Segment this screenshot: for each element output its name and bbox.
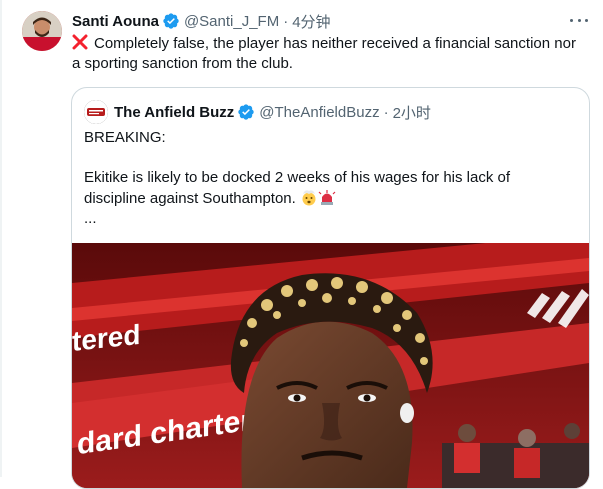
tweet-header: Santi Aouna @Santi_J_FM · 4分钟 — [72, 10, 331, 32]
quoted-ellipsis: ... — [84, 210, 97, 227]
quoted-author-avatar — [84, 100, 108, 124]
siren-icon — [318, 188, 336, 206]
tweet-text-content: Completely false, the player has neither… — [72, 35, 576, 72]
quoted-verified-badge-icon — [237, 103, 255, 121]
quoted-tweet[interactable]: The Anfield Buzz @TheAnfieldBuzz · 2小时 B… — [71, 87, 590, 489]
separator-dot: · — [283, 12, 289, 30]
quoted-tweet-image[interactable]: tered dard charter — [72, 233, 589, 488]
tweet-text: Completely false, the player has neither… — [72, 34, 582, 74]
quoted-timestamp: 2小时 — [392, 104, 431, 122]
quoted-tweet-header: The Anfield Buzz @TheAnfieldBuzz · 2小时 — [114, 100, 431, 124]
author-avatar[interactable] — [22, 11, 62, 51]
quoted-author-name: The Anfield Buzz — [114, 103, 235, 121]
quoted-author-handle: @TheAnfieldBuzz — [259, 103, 380, 121]
quoted-tweet-text: BREAKING: Ekitike is likely to be docked… — [84, 128, 574, 229]
verified-badge-icon — [162, 12, 180, 30]
cross-mark-icon — [72, 34, 88, 50]
more-icon[interactable] — [570, 13, 588, 27]
tweet[interactable]: Santi Aouna @Santi_J_FM · 4分钟 Completely… — [0, 0, 603, 489]
exploding-head-icon — [300, 188, 318, 206]
quoted-line-main: Ekitike is likely to be docked 2 weeks o… — [84, 169, 511, 207]
author-handle[interactable]: @Santi_J_FM — [184, 13, 279, 30]
quoted-line-breaking: BREAKING: — [84, 129, 166, 146]
author-name[interactable]: Santi Aouna — [72, 13, 159, 30]
quoted-separator-dot: · — [383, 103, 389, 121]
tweet-timestamp[interactable]: 4分钟 — [292, 11, 330, 32]
